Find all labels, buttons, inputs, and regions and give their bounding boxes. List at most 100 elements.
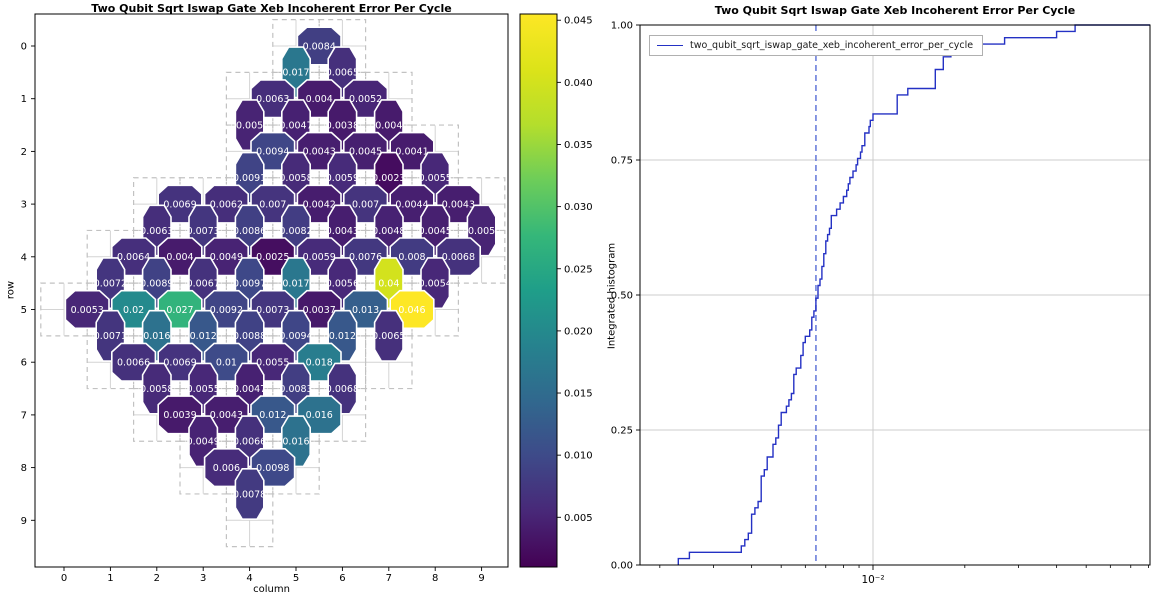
coupler-value-label: 0.0071 bbox=[94, 331, 127, 342]
coupler-value-label: 0.0063 bbox=[140, 226, 173, 237]
y-tick-label: 6 bbox=[21, 358, 27, 369]
coupler-value-label: 0.0054 bbox=[419, 278, 452, 289]
coupler-value-label: 0.0091 bbox=[233, 173, 266, 184]
coupler-value-label: 0.0038 bbox=[326, 120, 359, 131]
colorbar-tick-label: 0.030 bbox=[564, 202, 593, 213]
coupler-value-label: 0.016 bbox=[282, 437, 309, 448]
coupler-value-label: 0.0068 bbox=[326, 384, 359, 395]
coupler-value-label: 0.01 bbox=[216, 358, 237, 369]
x-tick-label: 5 bbox=[293, 573, 299, 584]
plots-svg: 0.00840.0170.00650.00630.0040.00520.0050… bbox=[0, 0, 1157, 604]
coupler-value-label: 0.004 bbox=[375, 120, 402, 131]
coupler-value-label: 0.0048 bbox=[372, 226, 405, 237]
x-tick-label: 6 bbox=[339, 573, 345, 584]
coupler-value-label: 0.0055 bbox=[419, 173, 452, 184]
coupler-value-label: 0.012 bbox=[190, 331, 217, 342]
y-tick-label: 0 bbox=[21, 42, 27, 53]
coupler-value-label: 0.008 bbox=[398, 252, 425, 263]
coupler-value-label: 0.0094 bbox=[279, 331, 312, 342]
coupler-value-label: 0.016 bbox=[143, 331, 170, 342]
coupler-value-label: 0.0086 bbox=[233, 226, 266, 237]
coupler-value-label: 0.0047 bbox=[233, 384, 266, 395]
coupler-value-label: 0.0043 bbox=[326, 226, 359, 237]
coupler-value-label: 0.0055 bbox=[256, 358, 289, 369]
coupler-value-label: 0.0088 bbox=[233, 331, 266, 342]
coupler-value-label: 0.02 bbox=[123, 305, 144, 316]
coupler-value-label: 0.0059 bbox=[326, 173, 359, 184]
coupler-value-label: 0.0041 bbox=[395, 147, 428, 158]
coupler-value-label: 0.0037 bbox=[303, 305, 336, 316]
coupler-value-label: 0.0097 bbox=[233, 278, 266, 289]
coupler-value-label: 0.0072 bbox=[94, 278, 127, 289]
legend-box: two_qubit_sqrt_iswap_gate_xeb_incoherent… bbox=[649, 35, 983, 56]
coupler-value-label: 0.046 bbox=[398, 305, 425, 316]
y-tick-label: 0.00 bbox=[611, 561, 633, 572]
colorbar-tick-label: 0.025 bbox=[564, 264, 593, 275]
colorbar-tick-label: 0.045 bbox=[564, 16, 593, 27]
coupler-value-label: 0.013 bbox=[352, 305, 379, 316]
coupler-value-label: 0.005 bbox=[468, 226, 495, 237]
coupler-value-label: 0.0064 bbox=[117, 252, 150, 263]
coupler-value-label: 0.018 bbox=[306, 358, 333, 369]
x-tick-label: 3 bbox=[200, 573, 206, 584]
coupler-value-label: 0.0098 bbox=[256, 463, 289, 474]
coupler-value-label: 0.0047 bbox=[279, 120, 312, 131]
x-tick-label: 4 bbox=[246, 573, 252, 584]
legend-line-sample bbox=[657, 45, 683, 46]
coupler-value-label: 0.004 bbox=[306, 94, 333, 105]
x-tick-label: 9 bbox=[478, 573, 484, 584]
coupler-value-label: 0.0058 bbox=[140, 384, 173, 395]
coupler-value-label: 0.0069 bbox=[163, 358, 196, 369]
coupler-value-label: 0.0053 bbox=[71, 305, 104, 316]
coupler-value-label: 0.0066 bbox=[233, 437, 266, 448]
coupler-value-label: 0.0066 bbox=[117, 358, 150, 369]
coupler-value-label: 0.006 bbox=[213, 463, 240, 474]
coupler-value-label: 0.007 bbox=[259, 199, 286, 210]
coupler-value-label: 0.0025 bbox=[256, 252, 289, 263]
y-tick-label: 1 bbox=[21, 94, 27, 105]
coupler-value-label: 0.0043 bbox=[303, 147, 336, 158]
y-tick-label: 1.00 bbox=[611, 21, 633, 32]
coupler-value-label: 0.0094 bbox=[256, 147, 289, 158]
coupler-value-label: 0.0045 bbox=[349, 147, 382, 158]
x-tick-label: 7 bbox=[386, 573, 392, 584]
coupler-value-label: 0.0055 bbox=[187, 384, 220, 395]
y-tick-label: 5 bbox=[21, 305, 27, 316]
coupler-value-label: 0.0023 bbox=[372, 173, 405, 184]
y-tick-label: 4 bbox=[21, 252, 27, 263]
coupler-value-label: 0.0052 bbox=[349, 94, 382, 105]
coupler-value-label: 0.0059 bbox=[303, 252, 336, 263]
y-tick-label: 2 bbox=[21, 147, 27, 158]
x-tick-label: 8 bbox=[432, 573, 438, 584]
x-tick-label: 10⁻² bbox=[861, 574, 884, 586]
y-tick-label: 3 bbox=[21, 200, 27, 211]
coupler-value-label: 0.0056 bbox=[326, 278, 359, 289]
coupler-value-label: 0.0089 bbox=[140, 278, 173, 289]
coupler-value-label: 0.04 bbox=[378, 278, 399, 289]
coupler-value-label: 0.0039 bbox=[163, 410, 196, 421]
y-tick-label: 7 bbox=[21, 410, 27, 421]
coupler-value-label: 0.0049 bbox=[187, 437, 220, 448]
y-tick-label: 0.50 bbox=[611, 291, 633, 302]
y-tick-label: 9 bbox=[21, 516, 27, 527]
colorbar-tick-label: 0.005 bbox=[564, 513, 593, 524]
coupler-value-label: 0.005 bbox=[236, 120, 263, 131]
coupler-value-label: 0.0084 bbox=[303, 41, 336, 52]
coupler-value-label: 0.0069 bbox=[163, 199, 196, 210]
colorbar-tick-label: 0.015 bbox=[564, 389, 593, 400]
coupler-value-label: 0.0065 bbox=[372, 331, 405, 342]
coupler-value-label: 0.0045 bbox=[419, 226, 452, 237]
colorbar-tick-label: 0.040 bbox=[564, 78, 593, 89]
coupler-value-label: 0.017 bbox=[282, 278, 309, 289]
x-tick-label: 1 bbox=[107, 573, 113, 584]
coupler-value-label: 0.0065 bbox=[326, 68, 359, 79]
coupler-value-label: 0.0092 bbox=[210, 305, 243, 316]
coupler-value-label: 0.0073 bbox=[256, 305, 289, 316]
coupler-value-label: 0.017 bbox=[282, 68, 309, 79]
y-tick-label: 8 bbox=[21, 463, 27, 474]
coupler-value-label: 0.0073 bbox=[187, 226, 220, 237]
coupler-value-label: 0.0058 bbox=[279, 173, 312, 184]
coupler-value-label: 0.0062 bbox=[210, 199, 243, 210]
coupler-value-label: 0.012 bbox=[259, 410, 286, 421]
coupler-value-label: 0.0043 bbox=[210, 410, 243, 421]
